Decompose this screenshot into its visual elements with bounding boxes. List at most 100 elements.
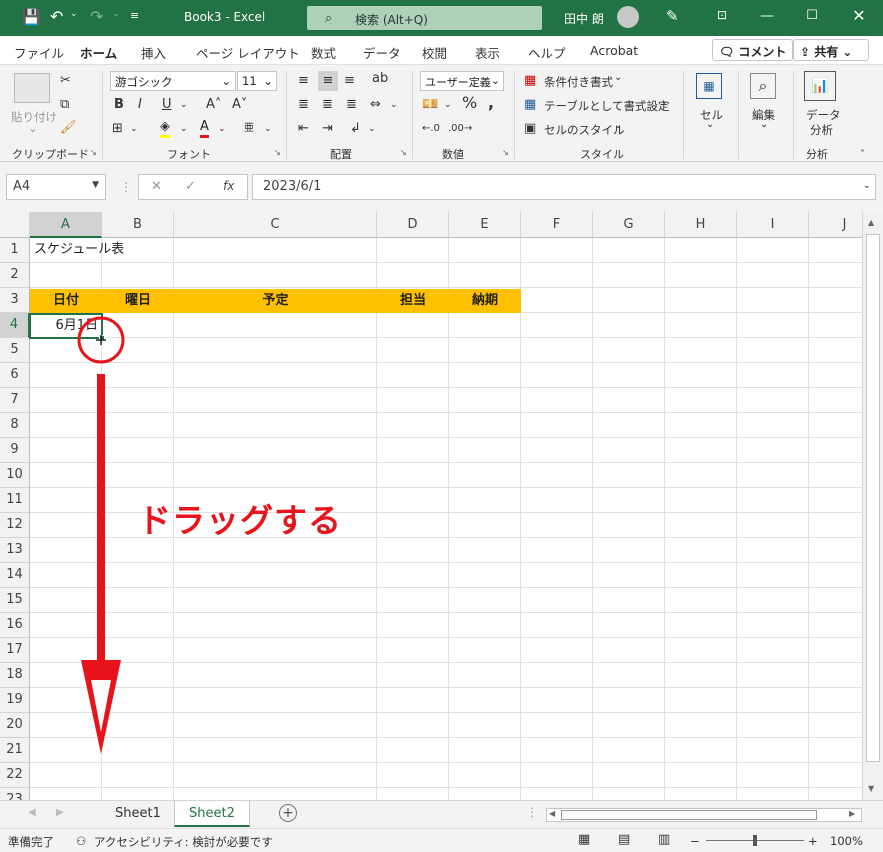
expand-formula-icon[interactable]: ⌄ (863, 180, 871, 191)
zoom-slider-thumb[interactable] (753, 835, 757, 846)
sheet-tab-sheet2[interactable]: Sheet2 (174, 801, 250, 827)
underline-dropdown-icon[interactable]: ⌄ (180, 97, 188, 113)
user-name[interactable]: 田中 朗 (564, 10, 604, 27)
clipboard-launcher-icon[interactable]: ↘ (90, 148, 97, 157)
undo-dropdown-icon[interactable]: ⌄ (70, 9, 78, 19)
cell-styles-dropdown-icon[interactable]: ⌄ (614, 120, 622, 131)
number-launcher-icon[interactable]: ↘ (502, 148, 509, 157)
conditional-format-icon[interactable]: ▦ (524, 73, 536, 89)
worksheet-grid[interactable]: ABCDEFGHIJ 1 2 3 4 5 6 7 8 9 10 11 12 13 14 15 16 17 18 19… (0, 212, 862, 800)
merge-center-icon[interactable]: ⇔ (370, 97, 381, 113)
cells-dropdown-icon[interactable]: ⌄ (706, 119, 714, 130)
confirm-entry-icon[interactable]: ✓ (185, 179, 196, 194)
tab-view[interactable]: 表示 (475, 43, 500, 62)
orientation-icon[interactable]: ab (372, 71, 388, 87)
tab-review[interactable]: 校閲 (422, 43, 447, 62)
name-box[interactable]: A4 ▼ (6, 174, 106, 200)
collapse-ribbon-icon[interactable]: ˄ (860, 147, 865, 163)
formula-bar-grip[interactable]: ⋮ (120, 180, 132, 194)
accounting-dropdown-icon[interactable]: ⌄ (444, 97, 452, 113)
paste-dropdown-icon[interactable]: ⌄ (28, 121, 38, 135)
underline-icon[interactable]: U (162, 97, 172, 113)
cell-styles-button[interactable]: セルのスタイル (544, 122, 625, 138)
tab-file[interactable]: ファイル (14, 43, 64, 62)
undo-icon[interactable]: ↶ (50, 7, 63, 26)
minimize-button[interactable]: — (757, 8, 777, 24)
increase-font-icon[interactable]: A˄ (206, 97, 221, 113)
bold-icon[interactable]: B (114, 97, 124, 113)
scroll-down-icon[interactable]: ▼ (868, 784, 874, 793)
sheet-tab-sheet1[interactable]: Sheet1 (101, 801, 175, 827)
add-sheet-icon[interactable]: + (279, 804, 297, 822)
merge-dropdown-icon[interactable]: ⌄ (390, 97, 398, 113)
analyze-data-label-1[interactable]: データ (806, 107, 841, 123)
align-top-icon[interactable]: ≡ (298, 73, 309, 89)
conditional-format-button[interactable]: 条件付き書式 (544, 74, 613, 90)
scroll-up-icon[interactable]: ▲ (868, 218, 874, 227)
fill-color-icon[interactable]: ◈ (160, 119, 170, 138)
accounting-format-icon[interactable]: 💴 (422, 97, 438, 113)
decrease-font-icon[interactable]: A˅ (232, 97, 247, 113)
ribbon-display-icon[interactable]: ⊡ (712, 8, 732, 22)
horizontal-scrollbar[interactable]: ◀ ▶ (546, 808, 862, 822)
page-break-view-icon[interactable]: ▥ (658, 832, 670, 847)
wrap-text-icon[interactable]: ↲ (350, 121, 361, 137)
avatar[interactable] (617, 6, 639, 28)
align-center-icon[interactable]: ≣ (322, 97, 333, 113)
paste-icon[interactable] (14, 73, 50, 103)
cut-icon[interactable]: ✂ (60, 73, 71, 89)
increase-indent-icon[interactable]: ⇥ (322, 121, 333, 137)
tab-insert[interactable]: 挿入 (141, 43, 166, 62)
tab-data[interactable]: データ (363, 43, 401, 62)
phonetic-icon[interactable]: 亜 (244, 121, 254, 137)
search-box[interactable]: ⌕ 検索 (Alt+Q) (307, 6, 542, 30)
copy-icon[interactable]: ⧉ (60, 97, 69, 113)
tab-page-layout[interactable]: ページ レイアウト (196, 43, 300, 62)
zoom-level[interactable]: 100% (830, 834, 863, 848)
fill-color-dropdown-icon[interactable]: ⌄ (180, 121, 188, 137)
accessibility-status[interactable]: アクセシビリティ: 検討が必要です (94, 834, 273, 850)
align-middle-icon[interactable]: ≡ (318, 71, 338, 91)
number-format-select[interactable]: ユーザー定義 ⌄ (420, 71, 504, 91)
analyze-data-label-2[interactable]: 分析 (810, 122, 833, 138)
format-as-table-dropdown-icon[interactable]: ⌄ (660, 96, 668, 107)
font-size-select[interactable]: 11 ⌄ (237, 71, 277, 91)
zoom-in-icon[interactable]: + (808, 834, 818, 848)
close-button[interactable]: ✕ (849, 6, 869, 25)
decrease-decimal-icon[interactable]: .00→ (448, 121, 472, 137)
prev-sheet-icon[interactable]: ◀ (28, 807, 36, 818)
tab-home[interactable]: ホーム (80, 43, 118, 68)
percent-icon[interactable]: % (462, 95, 477, 111)
analyze-data-icon[interactable]: 📊 (804, 71, 836, 101)
cell-styles-icon[interactable]: ▣ (524, 121, 536, 137)
maximize-button[interactable]: ☐ (802, 8, 822, 23)
borders-dropdown-icon[interactable]: ⌄ (130, 121, 138, 137)
format-as-table-button[interactable]: テーブルとして書式設定 (544, 98, 669, 114)
format-painter-icon[interactable]: 🖌 (60, 120, 77, 136)
zoom-out-icon[interactable]: − (690, 834, 700, 848)
font-launcher-icon[interactable]: ↘ (274, 148, 281, 157)
italic-icon[interactable]: I (138, 97, 142, 113)
font-color-icon[interactable]: A (200, 119, 209, 138)
format-as-table-icon[interactable]: ▦ (524, 97, 536, 113)
align-bottom-icon[interactable]: ≡ (344, 73, 355, 89)
scroll-thumb[interactable] (866, 234, 880, 762)
tab-acrobat[interactable]: Acrobat (590, 43, 638, 58)
wrap-dropdown-icon[interactable]: ⌄ (368, 121, 376, 137)
tab-split-grip[interactable]: ⋮ (526, 805, 538, 819)
editing-dropdown-icon[interactable]: ⌄ (760, 119, 768, 130)
phonetic-dropdown-icon[interactable]: ⌄ (264, 121, 272, 137)
page-layout-view-icon[interactable]: ▤ (618, 832, 630, 847)
increase-decimal-icon[interactable]: ←.0 (422, 121, 440, 137)
scroll-right-icon[interactable]: ▶ (849, 809, 855, 818)
borders-icon[interactable]: ⊞ (112, 121, 123, 137)
find-icon[interactable]: ⌕ (750, 73, 776, 99)
h-scroll-thumb[interactable] (561, 810, 817, 820)
formula-input[interactable]: 2023/6/1 ⌄ (252, 174, 876, 200)
save-icon[interactable]: 💾 (22, 8, 41, 26)
conditional-dropdown-icon[interactable]: ⌄ (614, 72, 622, 83)
comment-button[interactable]: 🗨 コメント (712, 39, 794, 61)
font-color-dropdown-icon[interactable]: ⌄ (218, 121, 226, 137)
decrease-indent-icon[interactable]: ⇤ (298, 121, 309, 137)
scroll-left-icon[interactable]: ◀ (549, 809, 555, 818)
